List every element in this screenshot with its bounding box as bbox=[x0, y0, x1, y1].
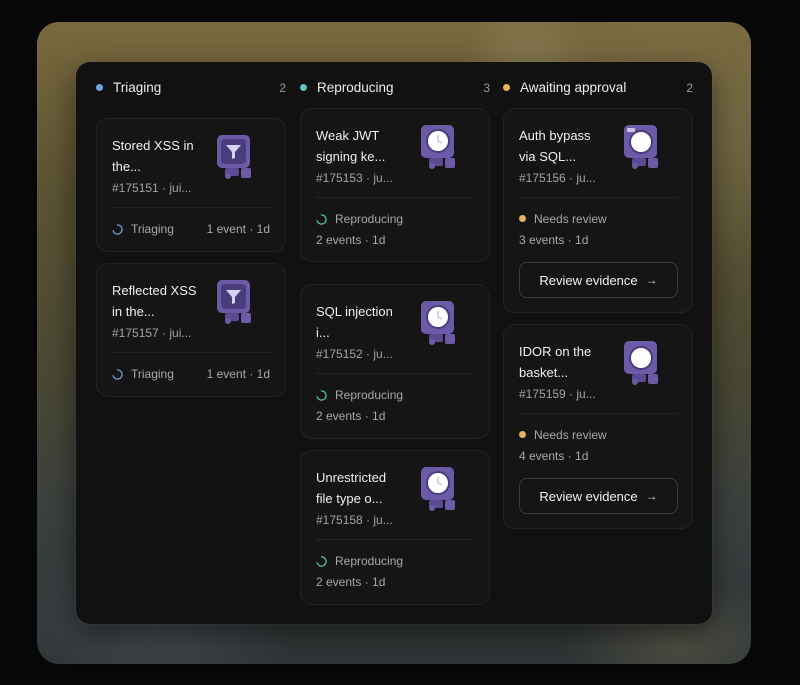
report-card[interactable]: Auth bypass via SQL... #175156 · ju... N… bbox=[503, 108, 693, 313]
event-summary: 1 event · 1d bbox=[206, 222, 270, 236]
button-label: Review evidence bbox=[539, 272, 638, 288]
progress-spinner-icon bbox=[112, 368, 123, 380]
robot-clock-icon bbox=[421, 467, 455, 511]
progress-spinner-icon bbox=[316, 555, 327, 567]
event-summary: 2 events · 1d bbox=[316, 233, 386, 247]
card-meta: #175156 · ju... bbox=[519, 171, 596, 185]
card-meta: #175151 · jui... bbox=[112, 181, 192, 195]
status-dot-icon bbox=[300, 83, 307, 91]
column-header: Awaiting approval 2 bbox=[503, 79, 693, 97]
divider bbox=[112, 352, 270, 353]
card-title: Weak JWT signing ke... bbox=[316, 128, 386, 164]
report-card[interactable]: IDOR on the basket... #175159 · ju... Ne… bbox=[503, 324, 693, 529]
report-card[interactable]: Stored XSS in the... #175151 · jui... Tr… bbox=[96, 118, 286, 252]
robot-clock-icon bbox=[421, 125, 455, 169]
column-title: Reproducing bbox=[317, 80, 394, 95]
progress-spinner-icon bbox=[316, 389, 327, 401]
divider bbox=[316, 197, 474, 198]
robot-clock-icon bbox=[421, 301, 455, 345]
report-card[interactable]: Unrestricted file type o... #175158 · ju… bbox=[300, 450, 490, 605]
column-title: Awaiting approval bbox=[520, 80, 627, 95]
column-header: Triaging 2 bbox=[96, 79, 286, 97]
status-label: Reproducing bbox=[335, 554, 404, 568]
divider bbox=[519, 197, 677, 198]
card-title: SQL injection i... bbox=[316, 304, 393, 340]
card-meta: #175158 · ju... bbox=[316, 513, 393, 527]
review-evidence-button[interactable]: Review evidence → bbox=[519, 262, 678, 298]
arrow-right-icon: → bbox=[645, 273, 658, 287]
button-label: Review evidence bbox=[539, 488, 638, 504]
card-meta: #175159 · ju... bbox=[519, 387, 596, 401]
card-meta: #175157 · jui... bbox=[112, 326, 192, 340]
event-summary: 1 event · 1d bbox=[206, 367, 270, 381]
status-label: Triaging bbox=[131, 367, 174, 381]
progress-spinner-icon bbox=[112, 223, 123, 235]
column-title: Triaging bbox=[113, 80, 162, 95]
card-meta: #175152 · ju... bbox=[316, 347, 393, 361]
robot-funnel-icon bbox=[217, 135, 251, 179]
status-label: Needs review bbox=[534, 212, 607, 226]
status-label: Triaging bbox=[131, 222, 174, 236]
status-dot-icon bbox=[96, 83, 103, 91]
progress-spinner-icon bbox=[316, 213, 327, 225]
robot-funnel-icon bbox=[217, 280, 251, 324]
divider bbox=[112, 207, 270, 208]
status-dot-icon bbox=[519, 215, 526, 222]
report-card[interactable]: Reflected XSS in the... #175157 · jui...… bbox=[96, 263, 286, 397]
column-count: 2 bbox=[279, 81, 286, 95]
card-title: IDOR on the basket... bbox=[519, 344, 592, 380]
robot-face-icon bbox=[624, 125, 658, 169]
event-summary: 4 events · 1d bbox=[519, 449, 589, 463]
status-row: Reproducing bbox=[316, 552, 474, 570]
status-row: Triaging 1 event · 1d bbox=[112, 220, 270, 238]
card-title: Unrestricted file type o... bbox=[316, 470, 387, 506]
arrow-right-icon: → bbox=[645, 489, 658, 503]
divider bbox=[519, 413, 677, 414]
event-summary: 2 events · 1d bbox=[316, 409, 386, 423]
card-meta: #175153 · ju... bbox=[316, 171, 393, 185]
status-label: Reproducing bbox=[335, 212, 404, 226]
column-count: 2 bbox=[686, 81, 693, 95]
kanban-board: Triaging 2 Stored XSS in the... #175151 … bbox=[76, 62, 712, 624]
column-header: Reproducing 3 bbox=[300, 79, 490, 97]
divider bbox=[316, 373, 474, 374]
event-summary: 2 events · 1d bbox=[316, 575, 386, 589]
divider bbox=[316, 539, 474, 540]
robot-face-icon bbox=[624, 341, 658, 385]
status-row: Reproducing bbox=[316, 386, 474, 404]
status-dot-icon bbox=[503, 83, 510, 91]
status-row: Needs review bbox=[519, 210, 677, 228]
column-count: 3 bbox=[483, 81, 490, 95]
report-card[interactable]: Weak JWT signing ke... #175153 · ju... R… bbox=[300, 108, 490, 262]
status-row: Needs review bbox=[519, 426, 677, 444]
status-row: Triaging 1 event · 1d bbox=[112, 365, 270, 383]
report-card[interactable]: SQL injection i... #175152 · ju... Repro… bbox=[300, 284, 490, 439]
card-title: Auth bypass via SQL... bbox=[519, 128, 591, 164]
status-dot-icon bbox=[519, 431, 526, 438]
card-title: Stored XSS in the... bbox=[112, 138, 194, 174]
event-summary: 3 events · 1d bbox=[519, 233, 589, 247]
status-label: Needs review bbox=[534, 428, 607, 442]
status-label: Reproducing bbox=[335, 388, 404, 402]
status-row: Reproducing bbox=[316, 210, 474, 228]
review-evidence-button[interactable]: Review evidence → bbox=[519, 478, 678, 514]
card-title: Reflected XSS in the... bbox=[112, 283, 197, 319]
